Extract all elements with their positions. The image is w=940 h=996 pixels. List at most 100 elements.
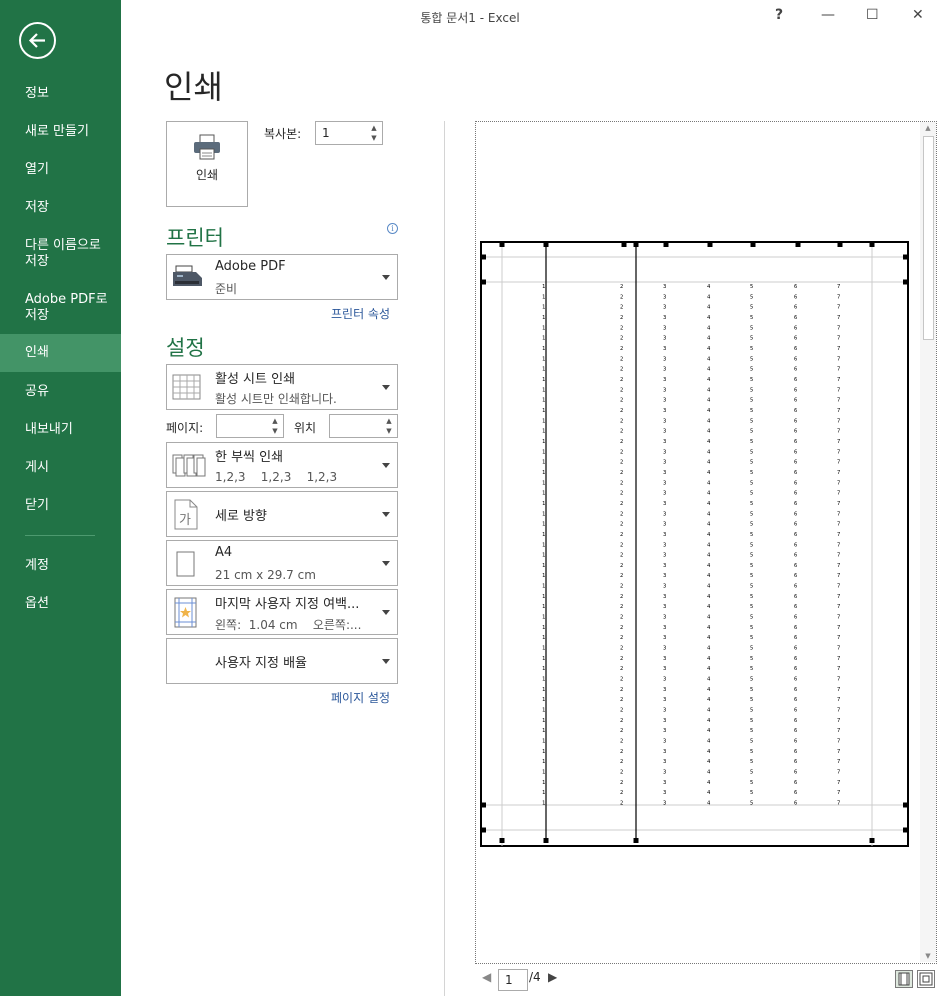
paper-size-dropdown[interactable]: A4 21 cm x 29.7 cm <box>166 540 398 586</box>
help-button[interactable]: ? <box>775 7 783 23</box>
column-handle <box>499 242 505 247</box>
sidebar-item-options[interactable]: 옵션 <box>0 596 121 612</box>
cell-value: 6 <box>794 377 797 383</box>
scroll-down-icon[interactable]: ▼ <box>920 952 936 960</box>
cell-value: 1 <box>542 387 545 393</box>
sidebar-item-save-adobe-pdf[interactable]: Adobe PDF로 저장 <box>0 292 121 324</box>
cell-value: 3 <box>663 429 666 435</box>
scaling-dropdown[interactable]: 사용자 지정 배율 <box>166 638 398 684</box>
cell-value: 5 <box>750 491 753 497</box>
cell-value: 3 <box>663 501 666 507</box>
prev-page-icon[interactable]: ◀ <box>482 970 491 984</box>
cell-value: 6 <box>794 728 797 734</box>
cell-value: 3 <box>663 398 666 404</box>
cell-value: 6 <box>794 759 797 765</box>
cell-value: 1 <box>542 522 545 528</box>
minimize-button[interactable]: — <box>821 7 835 23</box>
cell-value: 2 <box>620 594 623 600</box>
cell-value: 2 <box>620 739 623 745</box>
copies-label: 복사본: <box>264 127 302 141</box>
preview-scrollbar[interactable]: ▲ ▼ <box>920 122 936 962</box>
sidebar-item-save[interactable]: 저장 <box>0 200 121 216</box>
sidebar-item-share[interactable]: 공유 <box>0 384 121 400</box>
cell-value: 1 <box>542 429 545 435</box>
zoom-to-page-button[interactable] <box>917 970 935 988</box>
cell-value: 1 <box>542 604 545 610</box>
pages-to-stepper[interactable]: ▲ ▼ <box>329 414 398 438</box>
cell-value: 3 <box>663 532 666 538</box>
pages-from-stepper[interactable]: ▲ ▼ <box>216 414 284 438</box>
cell-value: 1 <box>542 439 545 445</box>
scrollbar-thumb[interactable] <box>923 136 934 340</box>
stepper-arrows-icon[interactable]: ▲ ▼ <box>369 123 379 143</box>
back-button[interactable] <box>19 22 56 59</box>
cell-value: 5 <box>750 501 753 507</box>
show-margins-button[interactable] <box>895 970 913 988</box>
sidebar-item-open[interactable]: 열기 <box>0 162 121 178</box>
info-icon[interactable]: i <box>387 223 398 234</box>
chevron-down-icon <box>382 561 390 566</box>
column-handle <box>621 242 627 247</box>
printer-dropdown[interactable]: Adobe PDF 준비 <box>166 254 398 300</box>
sidebar-item-new[interactable]: 새로 만들기 <box>0 124 121 140</box>
cell-value: 1 <box>542 635 545 641</box>
cell-value: 5 <box>750 759 753 765</box>
cell-value: 3 <box>663 387 666 393</box>
scroll-up-icon[interactable]: ▲ <box>920 124 936 132</box>
cell-value: 1 <box>542 739 545 745</box>
cell-value: 7 <box>837 284 840 290</box>
cell-value: 6 <box>794 315 797 321</box>
cell-value: 6 <box>794 522 797 528</box>
portrait-page-icon: 가 <box>174 499 198 530</box>
printer-properties-link[interactable]: 프린터 속성 <box>331 305 390 322</box>
page-setup-link[interactable]: 페이지 설정 <box>331 689 390 706</box>
cell-value: 7 <box>837 718 840 724</box>
column-handle <box>633 242 639 247</box>
print-what-dropdown[interactable]: 활성 시트 인쇄 활성 시트만 인쇄합니다. <box>166 364 398 410</box>
stepper-arrows-icon[interactable]: ▲ ▼ <box>384 416 394 436</box>
sidebar-item-account[interactable]: 계정 <box>0 558 121 574</box>
cell-value: 7 <box>837 708 840 714</box>
margins-sub: 왼쪽: 1.04 cm 오른쪽:... <box>215 618 362 632</box>
sidebar-item-publish[interactable]: 게시 <box>0 460 121 476</box>
cell-value: 3 <box>663 367 666 373</box>
collate-dropdown[interactable]: 한 부씩 인쇄 1,2,3 1,2,3 1,2,3 <box>166 442 398 488</box>
cell-value: 3 <box>663 573 666 579</box>
collate-sub: 1,2,3 1,2,3 1,2,3 <box>215 470 338 484</box>
margins-dropdown[interactable]: 마지막 사용자 지정 여백... 왼쪽: 1.04 cm 오른쪽:... <box>166 589 398 635</box>
cell-value: 1 <box>542 532 545 538</box>
margin-handle <box>903 279 908 285</box>
cell-value: 5 <box>750 604 753 610</box>
cell-value: 6 <box>794 770 797 776</box>
cell-value: 7 <box>837 666 840 672</box>
sidebar-item-close[interactable]: 닫기 <box>0 498 121 514</box>
orientation-dropdown[interactable]: 가 세로 방향 <box>166 491 398 537</box>
sidebar-divider <box>25 535 95 536</box>
maximize-button[interactable]: ☐ <box>866 7 879 23</box>
print-button[interactable]: 인쇄 <box>166 121 248 207</box>
cell-value: 2 <box>620 770 623 776</box>
current-page-input[interactable]: 1 <box>498 969 528 991</box>
next-page-icon[interactable]: ▶ <box>548 970 557 984</box>
cell-value: 5 <box>750 646 753 652</box>
cell-value: 5 <box>750 584 753 590</box>
cell-value: 7 <box>837 449 840 455</box>
sidebar-item-info[interactable]: 정보 <box>0 86 121 102</box>
cell-value: 1 <box>542 542 545 548</box>
cell-value: 1 <box>542 563 545 569</box>
cell-value: 2 <box>620 542 623 548</box>
chevron-down-icon <box>382 275 390 280</box>
sidebar-item-print[interactable]: 인쇄 <box>0 334 121 372</box>
stepper-arrows-icon[interactable]: ▲ ▼ <box>270 416 280 436</box>
cell-value: 7 <box>837 294 840 300</box>
copies-stepper[interactable]: 1 ▲ ▼ <box>315 121 383 145</box>
cell-value: 5 <box>750 460 753 466</box>
cell-value: 1 <box>542 708 545 714</box>
cell-value: 5 <box>750 346 753 352</box>
close-button[interactable]: ✕ <box>912 7 924 23</box>
cell-value: 7 <box>837 584 840 590</box>
sidebar-item-save-as[interactable]: 다른 이름으로 저장 <box>0 238 121 270</box>
sidebar-item-export[interactable]: 내보내기 <box>0 422 121 438</box>
cell-value: 2 <box>620 511 623 517</box>
cell-value: 5 <box>750 677 753 683</box>
